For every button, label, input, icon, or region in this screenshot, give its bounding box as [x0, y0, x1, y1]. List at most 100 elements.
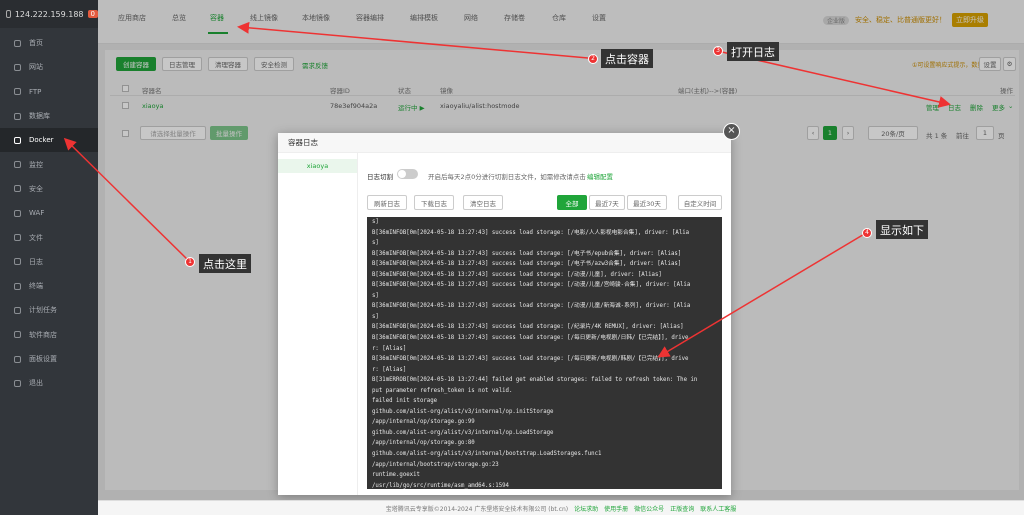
annotation-4-label: 显示如下: [876, 220, 928, 239]
edit-config-link[interactable]: 编辑配置: [587, 171, 613, 181]
sidebar-item-files[interactable]: 文件: [0, 225, 98, 249]
sidebar-item-security[interactable]: 安全: [0, 177, 98, 201]
log-line: r: [Alias]: [372, 366, 407, 373]
annotation-1-label: 点击这里: [199, 254, 251, 273]
log-line: s]: [372, 219, 379, 225]
sidebar-item-label: Docker: [29, 136, 54, 145]
log-line: s]: [372, 313, 379, 320]
shield-icon: [14, 185, 21, 193]
filter-7days[interactable]: 最近7天: [589, 195, 625, 210]
log-line: /usr/lib/go/src/runtime/asm_amd64.s:1594: [372, 482, 509, 489]
log-line: github.com/alist-org/alist/v3/internal/o…: [372, 408, 554, 415]
filter-all[interactable]: 全部: [557, 195, 587, 210]
container-list: xiaoya: [278, 153, 358, 495]
log-cut-label: 日志切割: [367, 173, 393, 181]
clear-log-button[interactable]: 清空日志: [463, 195, 503, 210]
server-header: 124.222.159.188 0: [0, 0, 98, 28]
log-line: put parameter refresh_token is not valid…: [372, 387, 513, 394]
firewall-icon: [14, 209, 21, 217]
filter-custom[interactable]: 自定义时间: [678, 195, 722, 210]
ftp-icon: [14, 88, 21, 96]
footer-copyright: 宝塔腾讯云专享版©2014-2024 广东堡塔安全技术有限公司 (bt.cn): [385, 505, 569, 513]
close-icon[interactable]: ×: [723, 123, 740, 140]
annotation-3-number: 3: [713, 46, 723, 56]
sidebar-item-terminal[interactable]: 终端: [0, 274, 98, 298]
modal-title: 容器日志: [278, 133, 731, 153]
log-line: /app/internal/op/storage.go:99: [372, 419, 475, 426]
sidebar-item-label: WAF: [29, 209, 45, 218]
sidebar-item-logout[interactable]: 退出: [0, 371, 98, 395]
log-line: B[36mINFOB[0m[2024-05-18 13:27:43] succe…: [372, 335, 689, 342]
sidebar-item-website[interactable]: 网站: [0, 55, 98, 79]
store-icon: [14, 331, 21, 339]
sidebar-item-label: 面板设置: [29, 355, 57, 363]
sidebar-item-cron[interactable]: 计划任务: [0, 298, 98, 322]
log-line: B[36mINFOB[0m[2024-05-18 13:27:43] succe…: [372, 271, 662, 278]
sidebar-item-label: 终端: [29, 282, 43, 291]
log-line: s]: [372, 292, 379, 299]
monitor-icon: [14, 161, 21, 169]
footer: 宝塔腾讯云专享版©2014-2024 广东堡塔安全技术有限公司 (bt.cn) …: [98, 500, 1024, 515]
server-ip: 124.222.159.188: [14, 9, 84, 19]
footer-link[interactable]: 微信公众号: [634, 504, 664, 513]
log-line: /app/internal/op/storage.go:80: [372, 440, 475, 447]
log-line: failed init storage: [372, 398, 438, 405]
sidebar-item-store[interactable]: 软件商店: [0, 323, 98, 347]
sidebar-item-label: 日志: [29, 257, 43, 266]
log-line: github.com/alist-org/alist/v3/internal/o…: [372, 429, 554, 436]
log-output[interactable]: s] B[36mINFOB[0m[2024-05-18 13:27:43] suc…: [367, 217, 722, 489]
home-icon: [14, 39, 21, 47]
sidebar-item-label: 数据库: [29, 112, 50, 121]
sidebar-item-monitor[interactable]: 监控: [0, 152, 98, 176]
log-line: B[36mINFOB[0m[2024-05-18 13:27:43] succe…: [372, 250, 682, 257]
sidebar-item-label: 计划任务: [29, 306, 57, 315]
sidebar: 124.222.159.188 0 首页 网站 FTP 数据库 Docker 监…: [0, 0, 98, 515]
log-line: s]: [372, 240, 379, 247]
footer-link[interactable]: 使用手册: [604, 504, 628, 513]
footer-link[interactable]: 联系人工客服: [700, 504, 736, 513]
sidebar-item-label: FTP: [29, 87, 42, 96]
annotation-3-label: 打开日志: [727, 42, 779, 61]
log-line: runtime.goexit: [372, 472, 420, 479]
sidebar-item-logs[interactable]: 日志: [0, 250, 98, 274]
sidebar-item-label: 监控: [29, 160, 43, 169]
log-line: B[36mINFOB[0m[2024-05-18 13:27:43] succe…: [372, 303, 691, 310]
terminal-icon: [14, 282, 21, 290]
footer-link[interactable]: 论坛求助: [574, 504, 598, 513]
sidebar-item-label: 首页: [29, 39, 43, 48]
filter-30days[interactable]: 最近30天: [627, 195, 667, 210]
footer-link[interactable]: 正版查询: [670, 504, 694, 513]
download-log-button[interactable]: 下载日志: [414, 195, 454, 210]
log-line: r: [Alias]: [372, 345, 407, 352]
folder-icon: [14, 234, 21, 242]
sidebar-item-home[interactable]: 首页: [0, 31, 98, 55]
log-line: github.com/alist-org/alist/v3/internal/b…: [372, 451, 602, 458]
sidebar-item-waf[interactable]: WAF: [0, 201, 98, 225]
sidebar-item-label: 文件: [29, 233, 43, 242]
refresh-log-button[interactable]: 刷新日志: [367, 195, 407, 210]
globe-icon: [14, 63, 21, 71]
sidebar-item-label: 退出: [29, 379, 43, 388]
sidebar-item-database[interactable]: 数据库: [0, 104, 98, 128]
annotation-4-number: 4: [862, 228, 872, 238]
server-icon: [6, 10, 11, 18]
sidebar-item-docker[interactable]: Docker: [0, 128, 98, 153]
sidebar-item-panel-settings[interactable]: 面板设置: [0, 347, 98, 371]
log-cut-desc: 开启后每天2点0分进行切割日志文件，如需修改请点击: [428, 173, 586, 181]
log-line: B[36mINFOB[0m[2024-05-18 13:27:43] succe…: [372, 229, 690, 236]
sidebar-item-label: 安全: [29, 184, 43, 193]
sidebar-item-label: 网站: [29, 63, 43, 72]
logout-icon: [14, 379, 21, 387]
annotation-2-number: 2: [588, 54, 598, 64]
sidebar-item-label: 软件商店: [29, 330, 57, 339]
docker-icon: [14, 136, 21, 144]
notice-badge[interactable]: 0: [87, 10, 98, 18]
log-line: B[36mINFOB[0m[2024-05-18 13:27:43] succe…: [372, 261, 682, 268]
annotation-2-label: 点击容器: [601, 49, 653, 68]
log-cut-toggle[interactable]: [397, 169, 418, 179]
sidebar-item-ftp[interactable]: FTP: [0, 80, 98, 104]
clock-icon: [14, 306, 21, 314]
container-list-item[interactable]: xiaoya: [278, 159, 357, 173]
log-line: B[36mINFOB[0m[2024-05-18 13:27:43] succe…: [372, 324, 684, 331]
log-line: B[31mERROB[0m[2024-05-18 13:27:44] faile…: [372, 377, 698, 384]
